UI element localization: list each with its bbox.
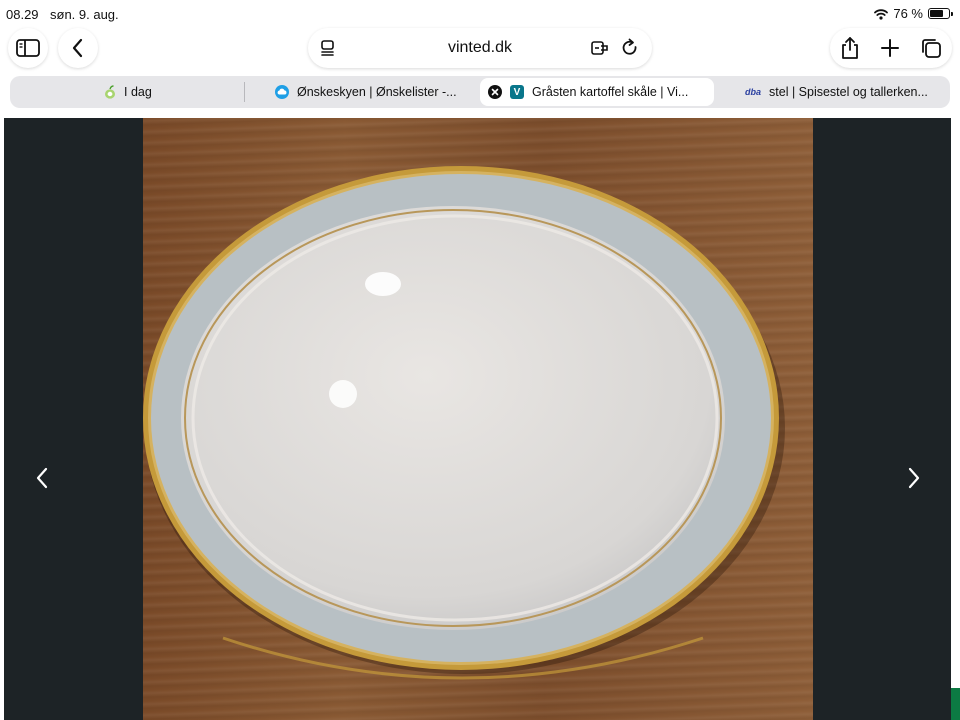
dish-center xyxy=(181,206,725,630)
vinted-icon: V xyxy=(510,85,524,99)
share-icon[interactable] xyxy=(840,36,860,60)
reflection-highlight xyxy=(365,272,401,296)
battery-percent: 76 % xyxy=(893,6,923,21)
tab-divider xyxy=(244,82,245,102)
tab-onskeskyen[interactable]: Ønskeskyen | Ønskelister -... xyxy=(275,76,457,108)
translate-icon[interactable] xyxy=(590,38,610,58)
status-indicators: 76 % xyxy=(874,6,953,21)
clock: 08.29 xyxy=(6,7,39,22)
close-icon[interactable] xyxy=(488,85,502,99)
cloud-icon xyxy=(275,85,289,99)
tabs-icon[interactable] xyxy=(920,37,942,59)
back-icon xyxy=(72,38,83,58)
tab-title: stel | Spisestel og tallerken... xyxy=(769,85,928,99)
toolbar-actions xyxy=(830,28,952,68)
dba-icon: dba xyxy=(745,87,761,97)
tab-today[interactable]: I dag xyxy=(104,76,152,108)
dish-illustration xyxy=(143,166,785,680)
sidebar-button[interactable] xyxy=(8,28,48,68)
tab-title: Gråsten kartoffel skåle | Vi... xyxy=(532,85,689,99)
reload-icon[interactable] xyxy=(620,38,640,58)
battery-fill xyxy=(930,10,943,17)
close-tab-button[interactable] xyxy=(488,85,502,99)
image-gallery xyxy=(4,118,951,720)
status-bar: 08.29 søn. 9. aug. 76 % xyxy=(0,0,960,28)
wifi-icon xyxy=(874,8,889,20)
product-photo[interactable] xyxy=(143,118,813,720)
tab-strip: I dag Ønskeskyen | Ønskelister -... V Gr… xyxy=(10,76,950,108)
tab-dba[interactable]: dba stel | Spisestel og tallerken... xyxy=(745,76,928,108)
reflection-highlight xyxy=(329,380,357,408)
chevron-left-icon[interactable] xyxy=(35,467,49,489)
tab-title: Ønskeskyen | Ønskelister -... xyxy=(297,85,457,99)
previous-image-button[interactable] xyxy=(30,463,54,493)
apple-icon xyxy=(104,85,116,99)
vinted-letter: V xyxy=(513,86,521,98)
page-edge-accent xyxy=(951,688,960,720)
dba-letters: dba xyxy=(745,87,762,97)
date: søn. 9. aug. xyxy=(50,7,119,22)
tab-title: I dag xyxy=(124,85,152,99)
address-bar[interactable]: vinted.dk xyxy=(308,28,652,68)
battery-icon xyxy=(928,8,953,19)
back-button[interactable] xyxy=(58,28,98,68)
tab-vinted[interactable]: V Gråsten kartoffel skåle | Vi... xyxy=(480,78,714,106)
next-image-button[interactable] xyxy=(902,463,926,493)
sidebar-icon xyxy=(16,39,40,57)
chevron-right-icon[interactable] xyxy=(907,467,921,489)
new-tab-icon[interactable] xyxy=(880,38,900,58)
